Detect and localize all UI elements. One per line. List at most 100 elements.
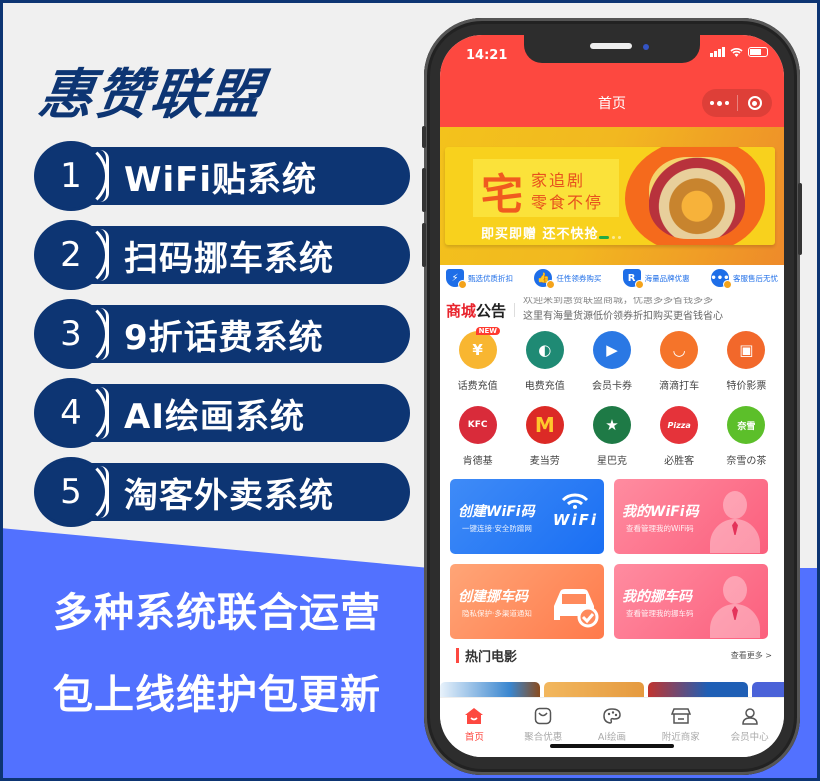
pager-dot[interactable] bbox=[612, 236, 615, 239]
notch bbox=[524, 35, 700, 63]
more-dots-icon bbox=[709, 100, 729, 106]
feature-number: 2 bbox=[34, 220, 109, 290]
grid-item-didi[interactable]: ◡ 滴滴打车 bbox=[647, 331, 711, 392]
tab-home[interactable]: 首页 bbox=[440, 698, 509, 757]
video-play-icon: ▶ bbox=[592, 331, 631, 369]
feature-number: 5 bbox=[34, 457, 109, 527]
feature-cards: 创建WiFi码 一键连接·安全防蹭网 WiFi 我的WiFi码 查看管理我的Wi… bbox=[450, 479, 768, 639]
tagline-2: 包上线维护包更新 bbox=[53, 672, 381, 718]
brand-title: 惠赞联盟 bbox=[34, 63, 268, 126]
front-camera bbox=[643, 44, 649, 50]
status-time: 14:21 bbox=[466, 48, 508, 63]
feature-item: 淘客外卖系统 5 bbox=[34, 457, 414, 527]
signal-icon bbox=[710, 47, 725, 57]
tab-member[interactable]: 会员中心 bbox=[715, 698, 784, 757]
pager-dot[interactable] bbox=[618, 236, 621, 239]
announcement-bar[interactable]: 商城公告 欢迎来到惠赞联盟商城，优惠多多省钱多多 这里有海量货源低价领券折扣购买… bbox=[446, 297, 778, 323]
create-parking-card[interactable]: 创建挪车码 隐私保护·多渠道通知 bbox=[450, 564, 604, 639]
movie-poster[interactable] bbox=[440, 682, 540, 698]
brand-r-icon: R bbox=[622, 269, 644, 289]
feature-item: AI绘画系统 4 bbox=[34, 378, 414, 448]
feature-number: 3 bbox=[34, 299, 109, 369]
tab-bar: 首页 聚合优惠 Ai绘画 附近商家 会员中心 bbox=[440, 697, 784, 757]
volume-down-button bbox=[422, 223, 426, 267]
guarantee-item: 👍 任性领券购买 bbox=[534, 269, 601, 289]
view-more-link[interactable]: 查看更多 > bbox=[731, 650, 772, 661]
person-icon bbox=[710, 491, 760, 553]
movie-poster[interactable] bbox=[648, 682, 748, 698]
banner-line-2: 零食不停 bbox=[531, 193, 604, 212]
my-wifi-card[interactable]: 我的WiFi码 查看管理我的WiFi码 bbox=[614, 479, 768, 554]
feature-label: 淘客外卖系统 bbox=[124, 475, 334, 516]
movie-poster[interactable] bbox=[752, 682, 784, 698]
feature-list: WiFi贴系统 1 扫码挪车系统 2 9折话费系统 3 AI绘画系统 4 淘客外… bbox=[34, 141, 414, 538]
guarantee-item: R 海量品牌优惠 bbox=[622, 269, 690, 289]
banner-cta: 即买即赠 还不快抢 bbox=[481, 227, 599, 242]
grid-item-mcdonalds[interactable]: M 麦当劳 bbox=[513, 406, 577, 467]
guarantee-item: ⚡ 甄选优质折扣 bbox=[446, 269, 513, 289]
power-button bbox=[798, 183, 802, 255]
wifi-status-icon bbox=[730, 48, 743, 57]
pizza-hut-icon: Pizza bbox=[660, 406, 699, 444]
store-icon bbox=[670, 706, 691, 726]
grid-item-phone-recharge[interactable]: ¥ NEW 话费充值 bbox=[446, 327, 510, 392]
grid-item-starbucks[interactable]: ★ 星巴克 bbox=[580, 406, 644, 467]
mini-program-capsule bbox=[702, 89, 772, 117]
create-wifi-card[interactable]: 创建WiFi码 一键连接·安全防蹭网 WiFi bbox=[450, 479, 604, 554]
hot-movies-header: 热门电影 查看更多 > bbox=[456, 646, 772, 665]
starbucks-icon: ★ bbox=[592, 406, 631, 444]
banner-pager bbox=[599, 236, 621, 239]
target-icon bbox=[747, 96, 762, 110]
phone-recharge-icon: ¥ bbox=[458, 331, 497, 369]
movie-poster[interactable] bbox=[544, 682, 644, 698]
chat-dots-icon: ••• bbox=[710, 269, 732, 289]
section-title: 热门电影 bbox=[465, 650, 518, 665]
banner-line-1: 家追剧 bbox=[531, 171, 586, 190]
grid-item-nayuki[interactable]: 奈雪 奈雪の茶 bbox=[714, 406, 778, 467]
snacks-image bbox=[649, 157, 745, 239]
banner-big-char: 宅 bbox=[481, 170, 524, 219]
feature-label: 9折话费系统 bbox=[124, 317, 324, 358]
home-icon bbox=[464, 706, 484, 726]
new-badge: NEW bbox=[475, 327, 500, 335]
app-screen: 14:21 首页 宅 家追剧 零食不停 即买即赠 还不快抢 ⚡ 甄选优质折扣 👍… bbox=[440, 35, 784, 757]
feature-number: 1 bbox=[34, 141, 109, 211]
mute-switch bbox=[422, 126, 426, 148]
person-icon bbox=[710, 576, 760, 638]
grid-item-electricity[interactable]: ◐ 电费充值 bbox=[513, 331, 577, 392]
volume-up-button bbox=[422, 168, 426, 212]
close-button[interactable] bbox=[738, 89, 773, 117]
electricity-icon: ◐ bbox=[525, 331, 564, 369]
mcdonalds-icon: M bbox=[525, 406, 564, 444]
announcement-text: 这里有海量货源低价领券折扣购买更省钱省心 bbox=[523, 311, 724, 322]
feature-item: 9折话费系统 3 bbox=[34, 299, 414, 369]
nayuki-icon: 奈雪 bbox=[727, 406, 766, 444]
user-icon bbox=[740, 706, 760, 726]
feature-number: 4 bbox=[34, 378, 109, 448]
movie-ticket-icon: ▣ bbox=[727, 331, 766, 369]
service-grid-row-1: ¥ NEW 话费充值 ◐ 电费充值 ▶ 会员卡券 ◡ 滴滴打车 ▣ 特价影票 bbox=[440, 327, 784, 392]
phone-mockup: 14:21 首页 宅 家追剧 零食不停 即买即赠 还不快抢 ⚡ 甄选优质折扣 👍… bbox=[422, 18, 802, 775]
thumbs-up-icon: 👍 bbox=[534, 269, 556, 289]
announcement-tag: 商城公告 bbox=[446, 301, 507, 320]
grid-item-member-card[interactable]: ▶ 会员卡券 bbox=[580, 331, 644, 392]
tab-nearby[interactable]: 附近商家 bbox=[646, 698, 715, 757]
tab-ai-painting[interactable]: Ai绘画 bbox=[578, 698, 647, 757]
feature-label: AI绘画系统 bbox=[124, 396, 305, 437]
tab-deals[interactable]: 聚合优惠 bbox=[509, 698, 578, 757]
my-parking-card[interactable]: 我的挪车码 查看管理我的挪车码 bbox=[614, 564, 768, 639]
grid-item-kfc[interactable]: KFC 肯德基 bbox=[446, 406, 510, 467]
grid-item-movie-ticket[interactable]: ▣ 特价影票 bbox=[714, 331, 778, 392]
pager-dot-active[interactable] bbox=[599, 236, 609, 239]
grid-item-pizza-hut[interactable]: Pizza 必胜客 bbox=[647, 406, 711, 467]
feature-item: WiFi贴系统 1 bbox=[34, 141, 414, 211]
wifi-icon: WiFi bbox=[553, 493, 598, 529]
feature-label: 扫码挪车系统 bbox=[124, 238, 334, 279]
promo-banner[interactable]: 宅 家追剧 零食不停 即买即赠 还不快抢 bbox=[445, 147, 775, 245]
movie-carousel bbox=[440, 682, 784, 698]
shopping-bag-icon bbox=[533, 706, 553, 726]
car-check-icon bbox=[548, 584, 600, 632]
kfc-icon: KFC bbox=[458, 406, 497, 444]
home-indicator[interactable] bbox=[550, 744, 674, 748]
more-button[interactable] bbox=[702, 89, 737, 117]
